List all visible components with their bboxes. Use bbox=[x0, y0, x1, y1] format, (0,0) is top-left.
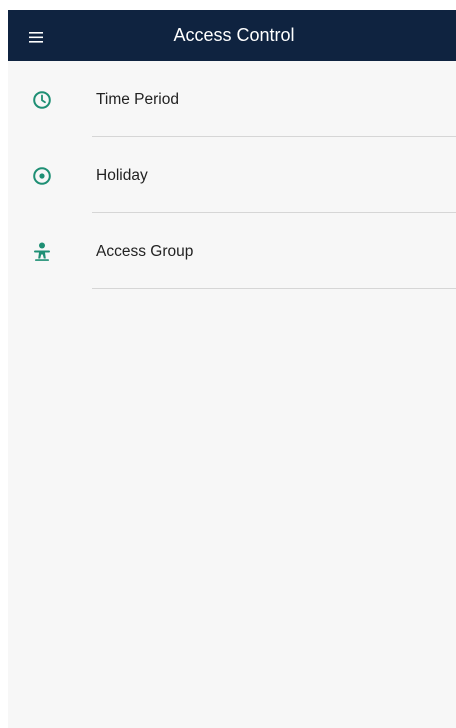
menu-list: Time Period Holiday Access Group bbox=[8, 61, 456, 289]
clock-icon bbox=[31, 89, 53, 111]
menu-item-holiday[interactable]: Holiday bbox=[8, 137, 456, 213]
radio-target-icon bbox=[31, 165, 53, 187]
menu-item-time-period[interactable]: Time Period bbox=[8, 61, 456, 137]
page-title: Access Control bbox=[173, 25, 295, 45]
divider bbox=[92, 288, 456, 289]
screen: Access Control Time Period Holiday Acces… bbox=[0, 0, 456, 728]
menu-item-label: Holiday bbox=[96, 167, 148, 184]
menu-item-label: Time Period bbox=[96, 91, 179, 108]
menu-item-label: Access Group bbox=[96, 243, 194, 260]
menu-item-access-group[interactable]: Access Group bbox=[8, 213, 456, 289]
person-group-icon bbox=[31, 241, 53, 263]
app-bar: Access Control bbox=[8, 10, 456, 61]
app-content: Access Control Time Period Holiday Acces… bbox=[8, 10, 456, 728]
